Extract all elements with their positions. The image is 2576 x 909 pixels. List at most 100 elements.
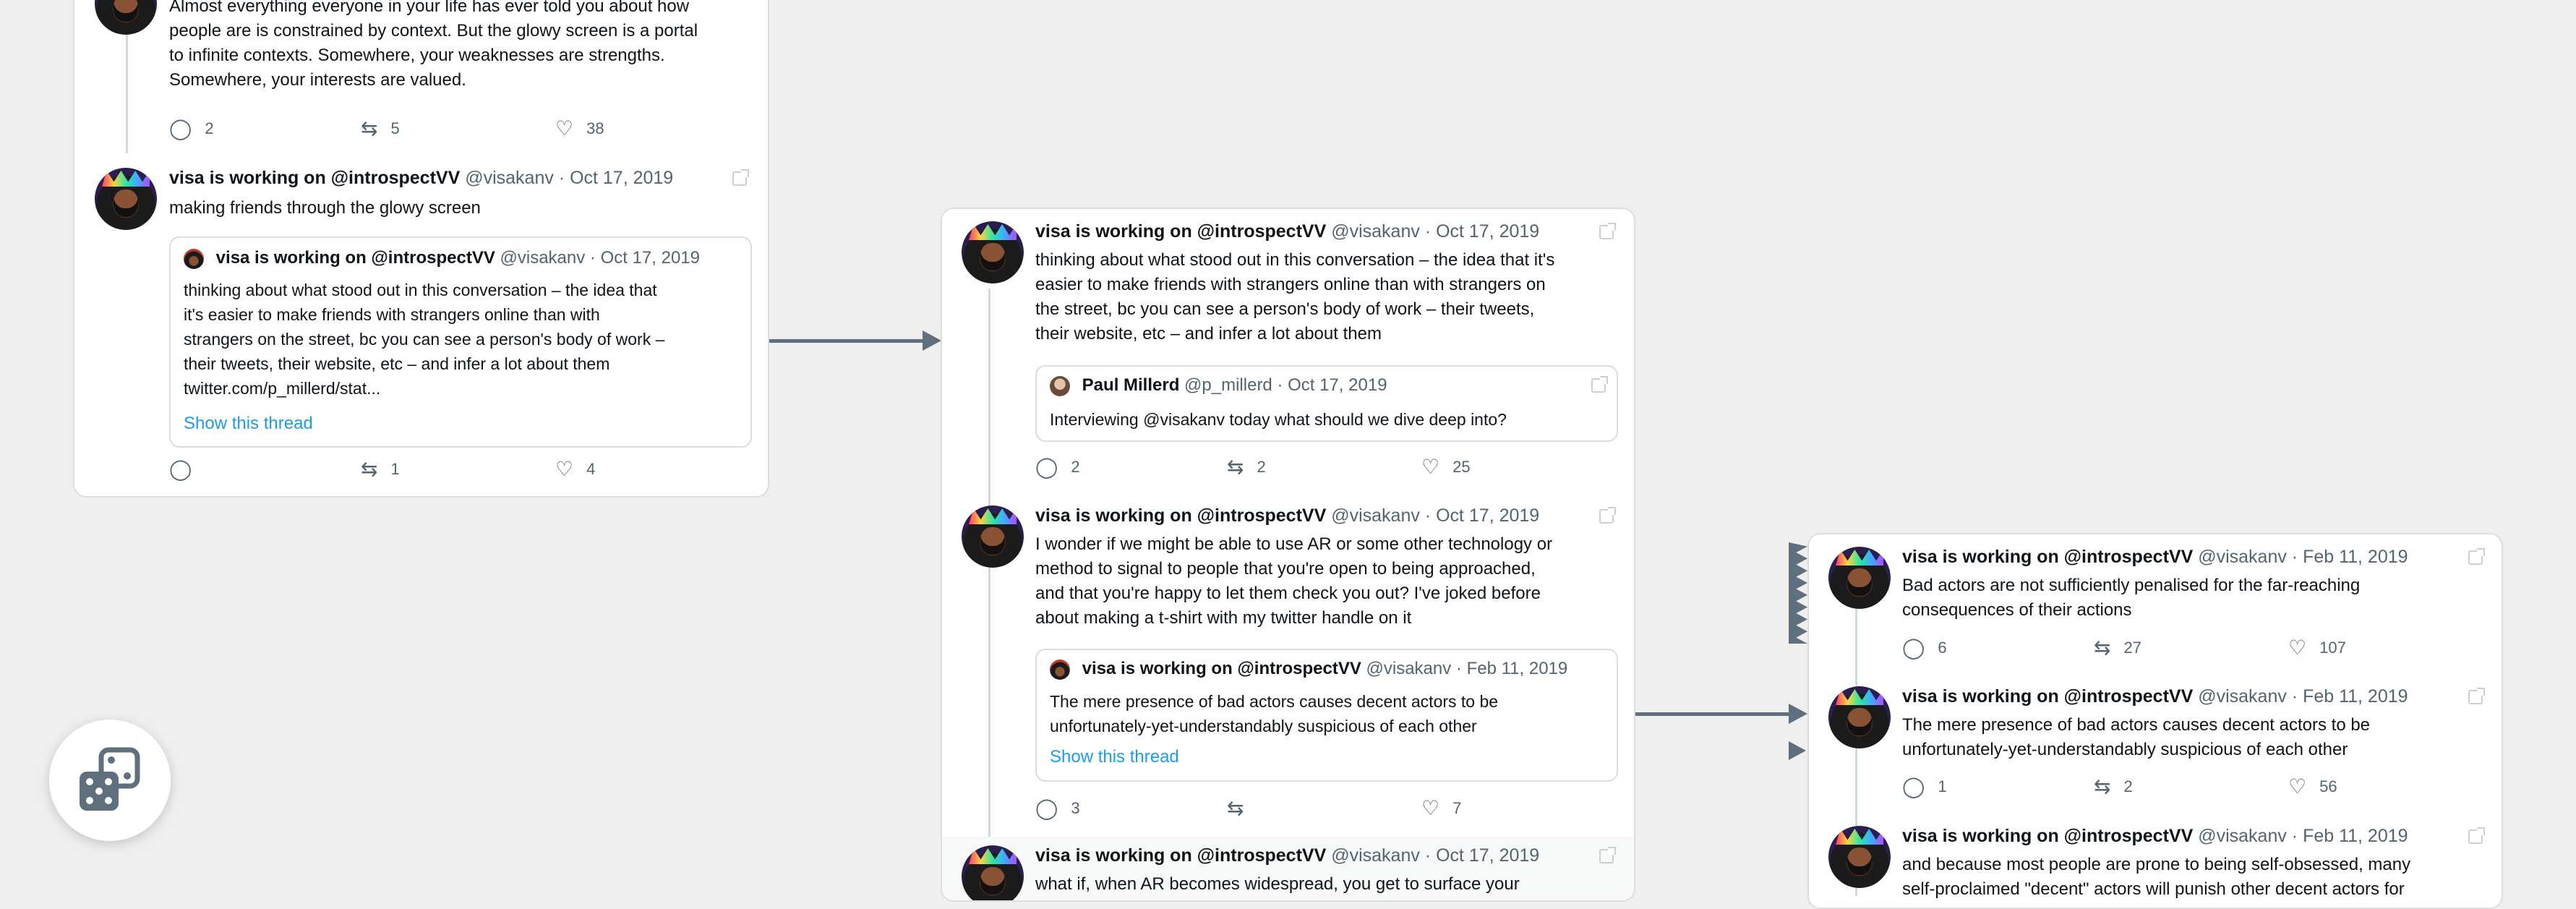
retweet-button[interactable]: ⇆ 2 — [2094, 777, 2133, 797]
quoted-tweet[interactable]: visa is working on @introspectVV @visaka… — [1035, 649, 1618, 782]
author-name: visa is working on @introspectVV — [1082, 659, 1361, 678]
quoted-tweet[interactable]: Paul Millerd @p_millerd · Oct 17, 2019 I… — [1035, 365, 1618, 442]
reply-button[interactable]: ◯ — [169, 459, 205, 479]
author-name[interactable]: visa is working on @introspectVV — [1035, 505, 1326, 526]
author-meta: @p_millerd · Oct 17, 2019 — [1184, 375, 1387, 395]
quote-text: The mere presence of bad actors causes d… — [1050, 689, 1606, 738]
like-button[interactable]: ♡ 4 — [555, 459, 595, 479]
quote-text: thinking about what stood out in this co… — [184, 278, 740, 401]
like-count: 56 — [2319, 777, 2337, 795]
reply-icon: ◯ — [1902, 775, 1925, 798]
avatar[interactable] — [1828, 547, 1891, 609]
retweet-button[interactable]: ⇆ — [1227, 798, 1257, 819]
external-link-icon[interactable] — [2468, 548, 2485, 565]
author-name[interactable]: visa is working on @introspectVV — [1035, 845, 1326, 866]
author-name[interactable]: visa is working on @introspectVV — [1902, 547, 2193, 567]
dice-icon — [80, 747, 140, 811]
author-meta[interactable]: @visakanv · Oct 17, 2019 — [1331, 845, 1539, 866]
like-button[interactable]: ♡ 38 — [555, 119, 604, 139]
retweet-icon: ⇆ — [2094, 636, 2111, 659]
retweet-button[interactable]: ⇆ 1 — [361, 459, 400, 479]
random-thread-button[interactable] — [49, 720, 171, 841]
author-name[interactable]: visa is working on @introspectVV — [169, 168, 460, 188]
external-link-icon[interactable] — [732, 169, 749, 186]
tweet-text: making friends through the glowy screen — [169, 198, 481, 218]
text-line: unfortunately-yet-understandably suspici… — [1902, 740, 2348, 759]
external-link-icon[interactable] — [1599, 507, 1616, 524]
like-button[interactable]: ♡ 25 — [1421, 457, 1471, 477]
reply-count: 2 — [205, 119, 214, 137]
like-count: 4 — [586, 460, 596, 478]
tweet-header: visa is working on @introspectVV @visaka… — [169, 168, 673, 189]
text-line: The mere presence of bad actors causes d… — [1902, 715, 2371, 735]
retweet-button[interactable]: ⇆ 27 — [2094, 638, 2141, 658]
avatar[interactable] — [962, 505, 1024, 568]
tweet-actions: ◯ 1 ⇆ 2 ♡ 56 — [1902, 777, 2408, 798]
retweet-button[interactable]: ⇆ 5 — [361, 119, 400, 139]
heart-icon: ♡ — [1421, 797, 1440, 819]
tweet-actions: ◯ ⇆ 1 ♡ 4 — [169, 459, 675, 481]
tweet-header: visa is working on @introspectVV @visaka… — [1902, 547, 2408, 568]
avatar[interactable] — [962, 221, 1024, 283]
show-thread-link[interactable]: Show this thread — [1050, 747, 1179, 767]
reply-icon: ◯ — [1035, 456, 1058, 478]
author-meta: @visakanv · Oct 17, 2019 — [500, 248, 701, 268]
show-thread-link[interactable]: Show this thread — [184, 414, 313, 434]
author-meta[interactable]: @visakanv · Oct 17, 2019 — [1331, 505, 1539, 526]
author-meta[interactable]: @visakanv · Feb 11, 2019 — [2198, 826, 2408, 846]
like-button[interactable]: ♡ 7 — [1421, 798, 1461, 819]
like-button[interactable]: ♡ 107 — [2288, 638, 2346, 658]
like-count: 38 — [586, 119, 604, 137]
retweet-icon: ⇆ — [1227, 797, 1244, 819]
avatar[interactable] — [95, 0, 157, 35]
reply-icon: ◯ — [169, 458, 192, 480]
connector-arrow — [769, 339, 928, 343]
avatar[interactable] — [1828, 826, 1891, 888]
external-link-icon[interactable] — [1591, 376, 1608, 393]
author-name[interactable]: visa is working on @introspectVV — [1035, 221, 1326, 242]
reply-count: 6 — [1938, 639, 1947, 657]
thread-card-2: visa is working on @introspectVV @visaka… — [941, 208, 1635, 902]
avatar[interactable] — [1828, 686, 1891, 748]
author-name[interactable]: visa is working on @introspectVV — [1902, 686, 2193, 707]
external-link-icon[interactable] — [1599, 223, 1616, 239]
text-line: The mere presence of bad actors causes d… — [1050, 692, 1499, 711]
reply-button[interactable]: ◯ 2 — [1035, 457, 1080, 477]
text-line: strangers on the street, bc you can see … — [184, 330, 665, 349]
reply-button[interactable]: ◯ 2 — [169, 119, 214, 139]
text-line: easier to make friends with strangers on… — [1035, 275, 1546, 294]
reply-count: 2 — [1071, 458, 1080, 476]
author-meta[interactable]: @visakanv · Oct 17, 2019 — [465, 168, 673, 188]
author-meta[interactable]: @visakanv · Feb 11, 2019 — [2198, 686, 2408, 707]
author-meta[interactable]: @visakanv · Feb 11, 2019 — [2198, 547, 2408, 567]
text-line: consequences of their actions — [1902, 600, 2132, 620]
retweet-icon: ⇆ — [2094, 775, 2111, 798]
reply-button[interactable]: ◯ 1 — [1902, 777, 1947, 797]
text-line: about making a t-shirt with my twitter h… — [1035, 608, 1412, 628]
quoted-tweet[interactable]: visa is working on @introspectVV @visaka… — [169, 236, 752, 448]
arrow-head — [923, 330, 941, 351]
reply-icon: ◯ — [1035, 797, 1058, 819]
quote-header: visa is working on @introspectVV @visaka… — [184, 248, 700, 269]
retweet-count: 5 — [390, 119, 400, 137]
tweet-header: visa is working on @introspectVV @visaka… — [1035, 221, 1539, 242]
heart-icon: ♡ — [2288, 636, 2307, 659]
reply-button[interactable]: ◯ 3 — [1035, 798, 1080, 819]
thread-line — [126, 30, 128, 153]
text-line: self-proclaimed "decent" actors will pun… — [1902, 879, 2405, 899]
retweet-button[interactable]: ⇆ 2 — [1227, 457, 1266, 477]
external-link-icon[interactable] — [1599, 847, 1616, 863]
thread-card-3: visa is working on @introspectVV @visaka… — [1807, 533, 2503, 909]
external-link-icon[interactable] — [2468, 688, 2485, 704]
reply-button[interactable]: ◯ 6 — [1902, 638, 1947, 658]
tweet-text: thinking about what stood out in this co… — [1035, 248, 1621, 346]
author-name[interactable]: visa is working on @introspectVV — [1902, 826, 2193, 846]
avatar[interactable] — [962, 845, 1024, 900]
author-meta[interactable]: @visakanv · Oct 17, 2019 — [1331, 221, 1539, 242]
tweet-text: I wonder if we might be able to use AR o… — [1035, 532, 1621, 631]
reply-count: 1 — [1938, 777, 1947, 795]
avatar[interactable] — [95, 168, 157, 230]
external-link-icon[interactable] — [2468, 827, 2485, 844]
tweet-header: visa is working on @introspectVV @visaka… — [1035, 505, 1539, 526]
like-button[interactable]: ♡ 56 — [2288, 777, 2337, 797]
